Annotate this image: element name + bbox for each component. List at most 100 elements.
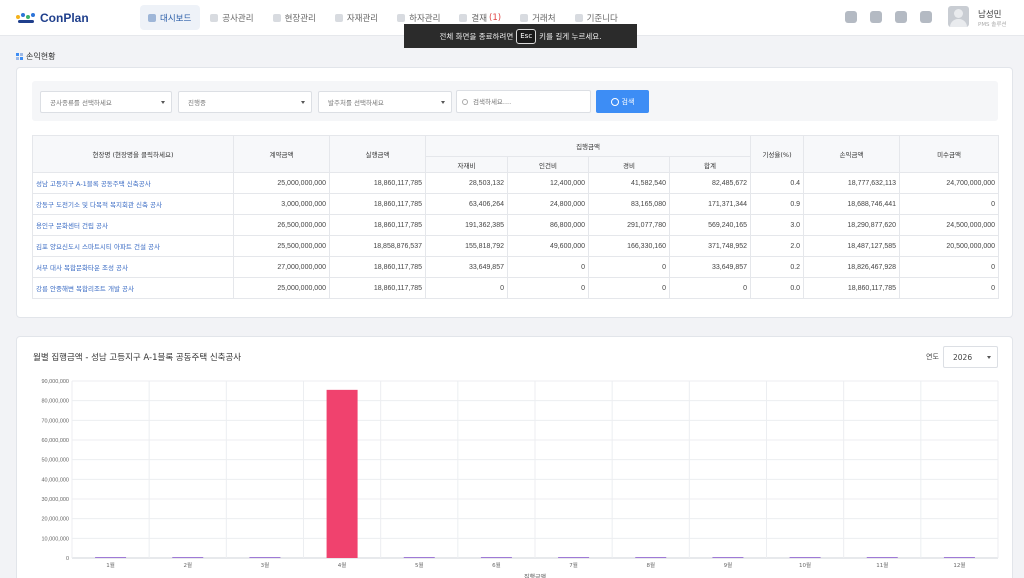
site-name-link[interactable]: 김포 양요신도시 스마트시티 아파트 건설 공사 [32, 235, 234, 257]
cell-expense: 83,165,080 [588, 193, 670, 215]
header-profit-amount[interactable]: 손익금액 [803, 135, 901, 173]
client-select[interactable]: 발주처를 선택하세요 [318, 91, 452, 113]
user-role: PMS 솔루션 [978, 22, 1007, 28]
cell-contract: 26,500,000,000 [233, 214, 330, 236]
table-row[interactable]: 용인구 문화센터 건립 공사 26,500,000,000 18,860,117,7… [32, 214, 1000, 236]
app-logo[interactable]: ConPlan [16, 10, 89, 26]
search-input[interactable] [456, 90, 591, 113]
construction-icon [210, 13, 219, 22]
cell-total: 0 [668, 277, 752, 299]
x-tick-label: 2월 [183, 561, 192, 569]
header-site-name[interactable]: 현장명 (현장명을 클릭하세요) [32, 135, 234, 173]
bar-1월 [95, 557, 127, 558]
bar-8월 [635, 557, 667, 558]
cell-unpaid: 24,500,000,000 [899, 214, 1000, 236]
monitor-icon[interactable] [845, 11, 857, 23]
users-icon[interactable] [895, 11, 907, 23]
site-name-link[interactable]: 성남 고등지구 A-1블록 공동주택 신축공사 [32, 172, 234, 194]
bar-11월 [866, 557, 898, 558]
profit-table: 현장명 (현장명을 클릭하세요) 계약금액 실행금액 집행금액 기성율(%) 손… [32, 135, 1000, 299]
x-tick-label: 5월 [415, 561, 424, 569]
site-name-link[interactable]: 강동구 도전기소 및 다목적 복지회관 신축 공사 [32, 193, 234, 215]
cell-total: 371,748,952 [668, 235, 752, 257]
cell-contract: 25,500,000,000 [233, 235, 330, 257]
cell-budget: 18,860,117,785 [329, 172, 426, 194]
cell-progress: 2.0 [750, 235, 805, 257]
construction-type-select[interactable]: 공사종류를 선택하세요 [40, 91, 172, 113]
nav-item-site[interactable]: 현장관리 [265, 5, 325, 30]
card-icon[interactable] [920, 11, 932, 23]
search-button-label: 검색 [621, 97, 635, 106]
approval-icon [459, 13, 468, 22]
client-icon [520, 13, 529, 22]
search-icon [462, 99, 468, 105]
nav-item-construction[interactable]: 공사관리 [202, 5, 262, 30]
status-select[interactable]: 진행중 [178, 91, 312, 113]
cell-material: 63,406,264 [425, 193, 508, 215]
page-title: 손익현황 [16, 51, 55, 62]
site-icon [272, 13, 281, 22]
table-row[interactable]: 강동구 도전기소 및 다목적 복지회관 신축 공사 3,000,000,000 18… [32, 193, 1000, 215]
x-tick-label: 3월 [261, 561, 270, 569]
nav-item-dashboard[interactable]: 대시보드 [140, 5, 201, 30]
header-material-cost[interactable]: 자재비 [425, 156, 508, 173]
page-title-text: 손익현황 [26, 52, 56, 61]
header-total[interactable]: 합계 [668, 156, 752, 173]
site-name-link[interactable]: 용인구 문화센터 건립 공사 [32, 214, 234, 236]
header-contract-amount[interactable]: 계약금액 [233, 135, 330, 173]
avatar[interactable] [948, 6, 969, 27]
y-tick-label: 10,000,000 [41, 536, 69, 542]
material-icon [334, 13, 343, 22]
y-tick-label: 50,000,000 [41, 458, 69, 464]
cell-total: 569,240,165 [668, 214, 752, 236]
header-labor-cost[interactable]: 인건비 [507, 156, 589, 173]
nav-item-label: 대시보드 [160, 13, 192, 24]
site-name-link[interactable]: 강릉 안중해변 복합리조트 개발 공사 [32, 277, 234, 299]
table-row[interactable]: 김포 양요신도시 스마트시티 아파트 건설 공사 25,500,000,000 18… [32, 235, 1000, 257]
cell-budget: 18,860,117,785 [329, 193, 426, 215]
toast-text-after: 키를 길게 누르세요. [539, 31, 602, 41]
header-expense[interactable]: 경비 [588, 156, 670, 173]
cell-material: 33,649,857 [425, 256, 508, 278]
cell-profit: 18,860,117,785 [803, 277, 901, 299]
site-name-link[interactable]: 서부 대사 복합문화타운 조성 공사 [32, 256, 234, 278]
cell-budget: 18,860,117,785 [329, 277, 426, 299]
y-tick-label: 60,000,000 [41, 438, 69, 444]
bar-12월 [943, 557, 975, 558]
cell-profit: 18,777,632,113 [803, 172, 901, 194]
cell-profit: 18,826,467,928 [803, 256, 901, 278]
table-row[interactable]: 서부 대사 복합문화타운 조성 공사 27,000,000,000 18,860,1… [32, 256, 1000, 278]
select-value: 공사종류를 선택하세요 [50, 99, 112, 107]
y-tick-label: 0 [66, 556, 69, 562]
bar-10월 [789, 557, 821, 558]
nav-item-material[interactable]: 자재관리 [327, 5, 387, 30]
y-tick-label: 80,000,000 [41, 399, 69, 405]
cell-progress: 0.9 [750, 193, 805, 215]
chevron-down-icon [161, 101, 165, 104]
x-tick-label: 11월 [876, 561, 888, 569]
header-unpaid-amount[interactable]: 미수금액 [899, 135, 1000, 173]
cell-expense: 41,582,540 [588, 172, 670, 194]
bar-2월 [172, 557, 204, 558]
cell-labor: 49,600,000 [507, 235, 589, 257]
x-tick-label: 10월 [799, 561, 811, 569]
table-row[interactable]: 강릉 안중해변 복합리조트 개발 공사 25,000,000,000 18,860,… [32, 277, 1000, 299]
defect-icon [397, 13, 406, 22]
cell-budget: 18,860,117,785 [329, 256, 426, 278]
header-progress-rate[interactable]: 기성율(%) [750, 135, 805, 173]
approval-count-badge: (1) [489, 12, 502, 23]
send-icon[interactable] [870, 11, 882, 23]
header-budget-amount[interactable]: 실행금액 [329, 135, 426, 173]
search-button[interactable]: 검색 [596, 90, 649, 113]
cell-profit: 18,688,746,441 [803, 193, 901, 215]
table-row[interactable]: 성남 고등지구 A-1블록 공동주택 신축공사 25,000,000,000 18,… [32, 172, 1000, 194]
nav-item-label: 거래처 [532, 13, 556, 24]
cell-unpaid: 24,700,000,000 [899, 172, 1000, 194]
cell-profit: 18,487,127,585 [803, 235, 901, 257]
app-name: ConPlan [40, 11, 89, 25]
fullscreen-toast: 전체 화면을 종료하려면 Esc 키를 길게 누르세요. [404, 24, 637, 48]
user-name[interactable]: 남성민 [978, 8, 1001, 20]
cell-budget: 18,860,117,785 [329, 214, 426, 236]
cell-progress: 0.4 [750, 172, 805, 194]
avatar-head [954, 9, 963, 18]
